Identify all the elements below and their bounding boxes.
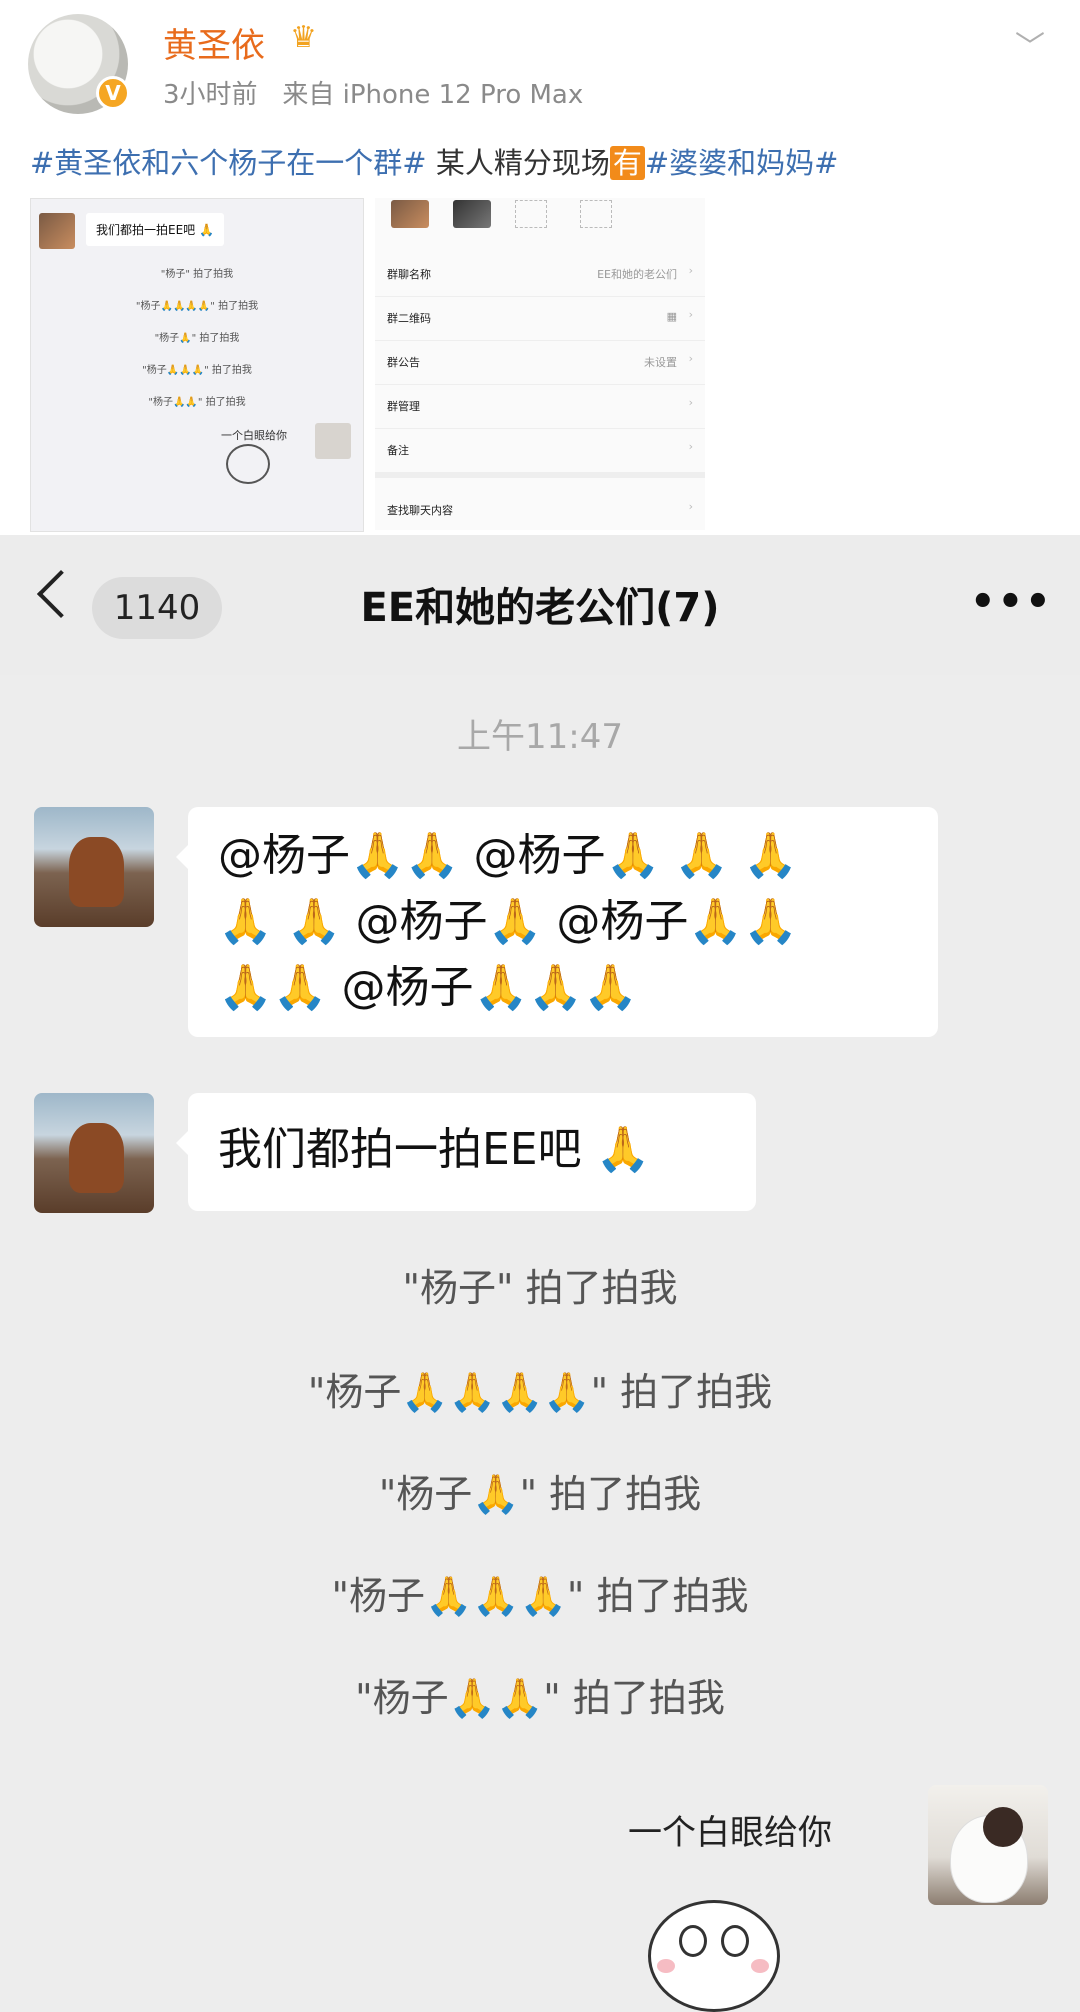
post-image-thumbnail[interactable]: 群聊名称 EE和她的老公们 › 群二维码 ▦ › 群公告 未设置 › 群管理 › 备注 › 查找… xyxy=(375,198,705,530)
post-source: 来自 iPhone 12 Pro Max xyxy=(282,80,584,110)
you-badge: 有 xyxy=(609,146,645,180)
post-image-thumbnail[interactable]: 我们都拍一拍EE吧 🙏 "杨子" 拍了拍我 "杨子🙏🙏🙏🙏" 拍了拍我 "杨子🙏… xyxy=(30,198,364,532)
remove-member-icon xyxy=(580,200,612,228)
message-timestamp: 上午11:47 xyxy=(457,717,623,757)
message-bubble[interactable]: 我们都拍一拍EE吧 🙏 xyxy=(176,1093,756,1211)
message-text-line: 🙏 🙏 @杨子🙏 @杨子🙏🙏 xyxy=(218,896,798,947)
settings-row: 查找聊天内容 › xyxy=(375,488,705,530)
post-meta: 3小时前 来自 iPhone 12 Pro Max xyxy=(163,74,583,111)
add-member-icon xyxy=(515,200,547,228)
pat-system-message: "杨子🙏🙏🙏" 拍了拍我 xyxy=(331,1574,749,1618)
sender-avatar[interactable] xyxy=(34,807,154,927)
settings-row-value: 未设置 xyxy=(644,356,677,369)
thumb-avatar xyxy=(315,423,351,459)
eye-roll-sticker-icon[interactable] xyxy=(648,1900,780,2012)
hashtag-link[interactable]: #黄圣依和六个杨子在一个群# xyxy=(30,146,427,180)
weibo-post: V 黄圣依 ♛ 3小时前 来自 iPhone 12 Pro Max ﹀ #黄圣依… xyxy=(0,0,1080,535)
eye-roll-sticker-icon xyxy=(226,444,270,484)
chevron-right-icon: › xyxy=(688,264,693,277)
chevron-right-icon: › xyxy=(688,396,693,409)
settings-row-label: 查找聊天内容 xyxy=(387,504,453,517)
chevron-down-icon[interactable]: ﹀ xyxy=(1015,22,1045,66)
thumb-pat-line: "杨子🙏🙏🙏" 拍了拍我 xyxy=(142,365,252,376)
more-options-icon[interactable]: ••• xyxy=(970,579,1053,625)
chat-title: EE和她的老公们(7) xyxy=(360,585,720,631)
hashtag-link[interactable]: #婆婆和妈妈# xyxy=(645,146,839,180)
thumb-pat-line: "杨子🙏" 拍了拍我 xyxy=(154,333,240,344)
post-text-segment: 某人精分现场 xyxy=(426,146,610,180)
sticker-caption: 一个白眼给你 xyxy=(628,1813,832,1853)
message-text-line: 🙏🙏 @杨子🙏🙏🙏 xyxy=(218,962,638,1013)
verified-badge-icon: V xyxy=(96,76,130,110)
chat-nav-bar: 1140 EE和她的老公们(7) ••• xyxy=(0,535,1080,675)
settings-row-label: 群管理 xyxy=(387,400,420,413)
settings-row-label: 群聊名称 xyxy=(387,268,431,281)
sender-avatar[interactable] xyxy=(34,1093,154,1213)
thumb-sticker-text: 一个白眼给你 xyxy=(221,429,287,442)
thumb-pat-line: "杨子" 拍了拍我 xyxy=(160,269,234,280)
post-time: 3小时前 xyxy=(163,80,258,110)
settings-row: 群管理 › xyxy=(375,384,705,429)
message-text: 我们都拍一拍EE吧 🙏 xyxy=(218,1124,651,1175)
chevron-right-icon: › xyxy=(688,440,693,453)
message-text-line: @杨子🙏🙏 @杨子🙏 🙏 🙏 xyxy=(218,830,798,881)
settings-row: 群公告 未设置 › xyxy=(375,340,705,385)
settings-row-label: 备注 xyxy=(387,444,409,457)
thumb-bubble: 我们都拍一拍EE吧 🙏 xyxy=(86,213,224,246)
message-bubble[interactable]: @杨子🙏🙏 @杨子🙏 🙏 🙏 🙏 🙏 @杨子🙏 @杨子🙏🙏 🙏🙏 @杨子🙏🙏🙏 xyxy=(176,807,938,1037)
pat-system-message: "杨子🙏🙏🙏🙏" 拍了拍我 xyxy=(307,1370,773,1414)
settings-row: 群二维码 ▦ › xyxy=(375,296,705,341)
settings-row-value: EE和她的老公们 xyxy=(597,268,677,281)
post-text: #黄圣依和六个杨子在一个群# 某人精分现场有 #婆婆和妈妈# xyxy=(30,140,838,182)
crown-icon: ♛ xyxy=(290,20,317,55)
qr-code-icon: ▦ xyxy=(666,310,677,323)
pat-system-message: "杨子🙏" 拍了拍我 xyxy=(378,1472,702,1516)
thumb-pat-line: "杨子🙏🙏🙏🙏" 拍了拍我 xyxy=(135,301,259,312)
chevron-right-icon: › xyxy=(688,308,693,321)
member-avatar xyxy=(453,200,491,228)
settings-row-label: 群公告 xyxy=(387,356,420,369)
settings-row-label: 群二维码 xyxy=(387,312,431,325)
chat-screen: 1140 EE和她的老公们(7) ••• 上午11:47 @杨子🙏🙏 @杨子🙏 … xyxy=(0,535,1080,2012)
chevron-right-icon: › xyxy=(688,500,693,513)
poster-username[interactable]: 黄圣依 xyxy=(163,18,265,67)
pat-system-message: "杨子" 拍了拍我 xyxy=(402,1266,678,1310)
settings-row: 群聊名称 EE和她的老公们 › xyxy=(375,252,705,297)
thumb-pat-line: "杨子🙏🙏" 拍了拍我 xyxy=(148,397,246,408)
my-avatar[interactable] xyxy=(928,1785,1048,1905)
settings-row: 备注 › xyxy=(375,428,705,478)
thumb-avatar xyxy=(39,213,75,249)
pat-system-message: "杨子🙏🙏" 拍了拍我 xyxy=(355,1676,725,1720)
member-avatar xyxy=(391,200,429,228)
chevron-right-icon: › xyxy=(688,352,693,365)
